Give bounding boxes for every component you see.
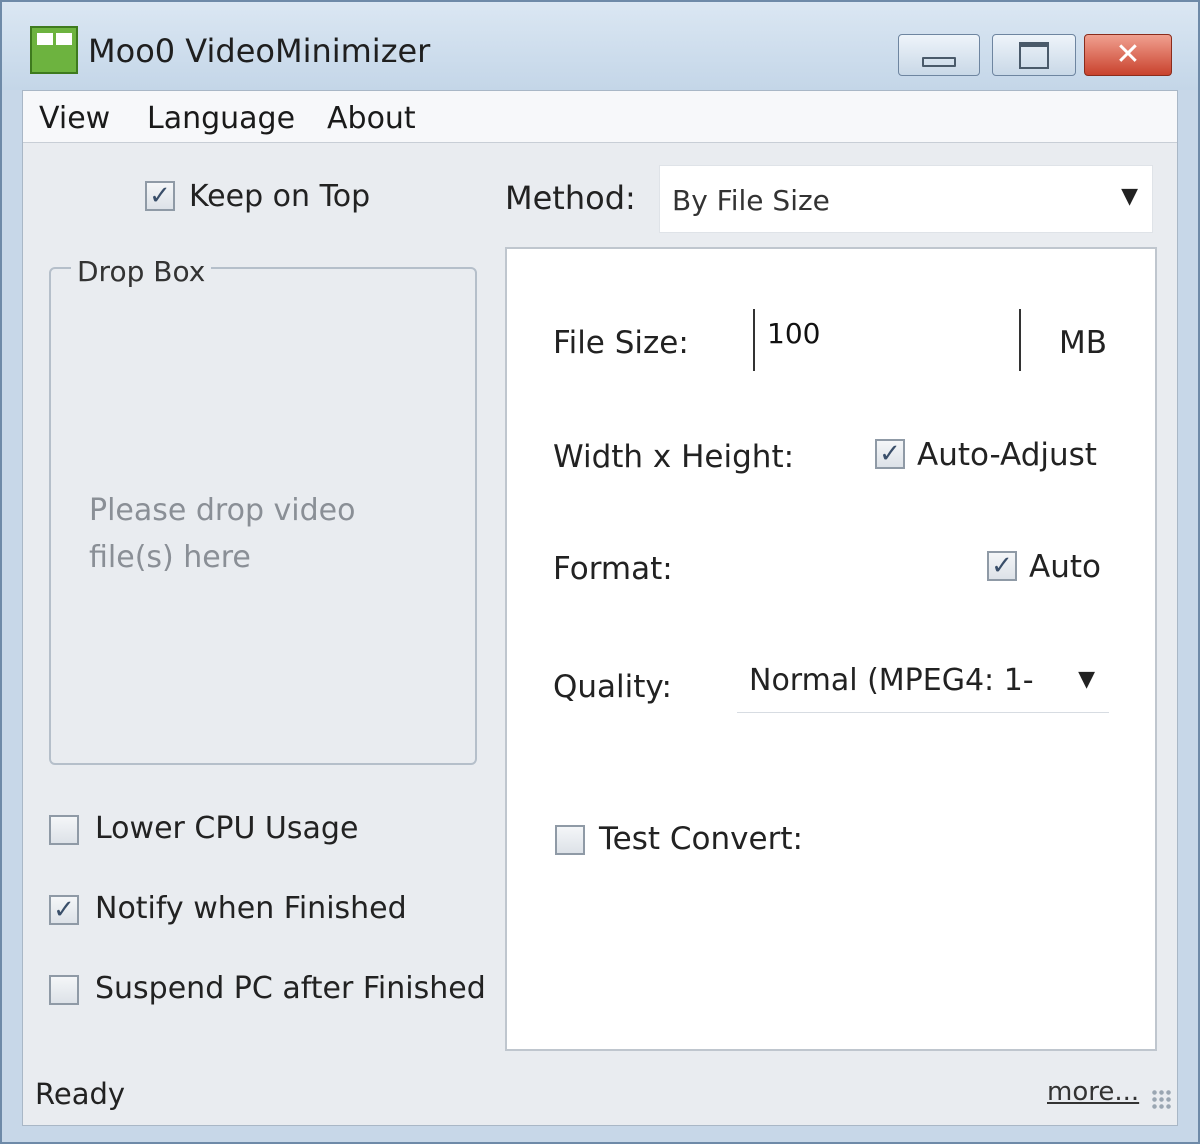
notify-when-finished-label[interactable]: Notify when Finished xyxy=(95,891,407,926)
chevron-down-icon[interactable]: ▼ xyxy=(1121,184,1138,209)
menu-about[interactable]: About xyxy=(327,101,416,136)
format-label: Format: xyxy=(553,551,673,587)
quality-value: Normal (MPEG4: 1- xyxy=(749,663,1034,698)
resize-grip[interactable] xyxy=(1151,1089,1171,1109)
chevron-down-icon[interactable]: ▼ xyxy=(1078,667,1095,692)
close-icon: ✕ xyxy=(1115,37,1141,72)
drop-box-hint: Please drop video file(s) here xyxy=(89,493,356,575)
settings-panel: File Size: 100 MB Width x Height: ✓ Auto… xyxy=(505,247,1157,1051)
notify-when-finished-checkbox[interactable]: ✓ xyxy=(49,895,79,925)
window-title: Moo0 VideoMinimizer xyxy=(88,32,431,70)
test-convert-label[interactable]: Test Convert: xyxy=(599,821,803,857)
menu-view[interactable]: View xyxy=(39,101,110,136)
suspend-pc-label[interactable]: Suspend PC after Finished xyxy=(95,971,486,1006)
menu-language[interactable]: Language xyxy=(147,101,295,136)
file-size-label: File Size: xyxy=(553,325,689,361)
title-bar[interactable]: Moo0 VideoMinimizer ✕ xyxy=(2,2,1198,90)
maximize-button[interactable] xyxy=(992,34,1076,76)
auto-adjust-checkbox[interactable]: ✓ xyxy=(875,439,905,469)
quality-select[interactable]: Normal (MPEG4: 1- ▼ xyxy=(737,651,1109,713)
suspend-pc-checkbox[interactable] xyxy=(49,975,79,1005)
close-button[interactable]: ✕ xyxy=(1084,34,1172,76)
minimize-button[interactable] xyxy=(898,34,980,76)
lower-cpu-usage-checkbox[interactable] xyxy=(49,815,79,845)
format-auto-checkbox[interactable]: ✓ xyxy=(987,551,1017,581)
test-convert-checkbox[interactable] xyxy=(555,825,585,855)
menu-bar: View Language About xyxy=(23,91,1177,143)
format-auto-label[interactable]: Auto xyxy=(1029,549,1101,585)
more-link[interactable]: more... xyxy=(1047,1077,1139,1107)
auto-adjust-label[interactable]: Auto-Adjust xyxy=(917,437,1097,473)
file-size-input[interactable]: 100 xyxy=(753,309,1021,371)
keep-on-top-label[interactable]: Keep on Top xyxy=(189,179,370,214)
app-icon[interactable] xyxy=(30,26,78,74)
width-height-label: Width x Height: xyxy=(553,439,795,475)
drop-box[interactable]: Drop Box Please drop video file(s) here xyxy=(49,255,477,765)
method-label: Method: xyxy=(505,179,636,217)
method-select[interactable]: By File Size ▼ xyxy=(659,165,1153,233)
minimize-icon xyxy=(922,57,956,67)
app-window: Moo0 VideoMinimizer ✕ View Language Abou… xyxy=(0,0,1200,1144)
file-size-unit: MB xyxy=(1059,325,1108,361)
status-text: Ready xyxy=(35,1077,126,1111)
client-area: View Language About ✓ Keep on Top Drop B… xyxy=(22,90,1178,1126)
quality-label: Quality: xyxy=(553,669,672,705)
drop-box-title: Drop Box xyxy=(71,255,212,288)
maximize-icon xyxy=(1019,41,1049,69)
lower-cpu-usage-label[interactable]: Lower CPU Usage xyxy=(95,811,358,846)
file-size-value: 100 xyxy=(767,317,821,350)
method-value: By File Size xyxy=(672,184,830,217)
keep-on-top-checkbox[interactable]: ✓ xyxy=(145,181,175,211)
